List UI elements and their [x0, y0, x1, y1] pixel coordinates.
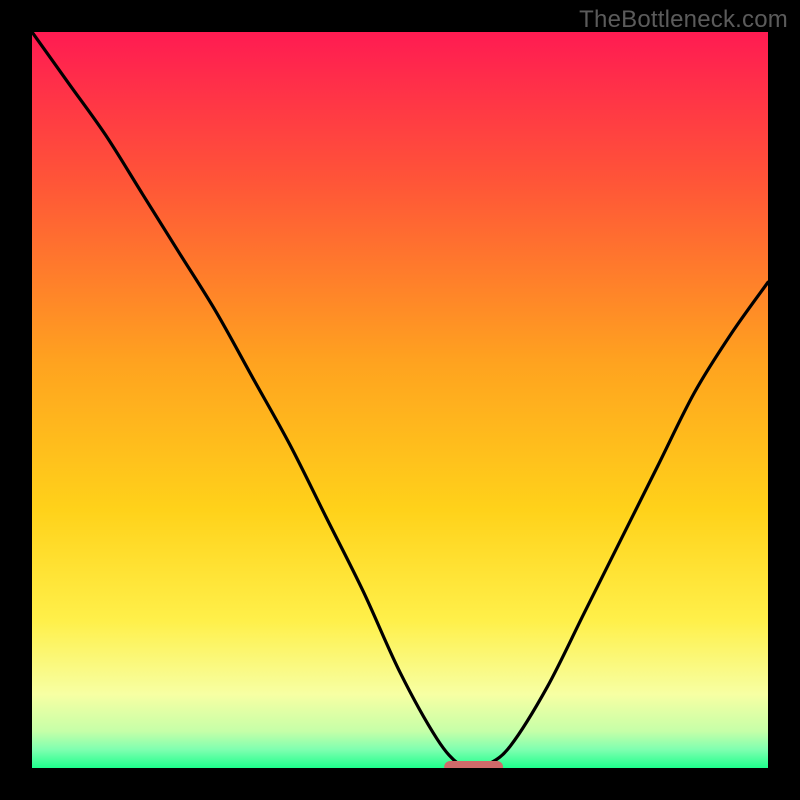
watermark-text: TheBottleneck.com	[579, 6, 788, 34]
optimal-marker	[444, 761, 503, 773]
gradient-background	[32, 32, 768, 768]
chart-frame: TheBottleneck.com	[0, 0, 800, 800]
bottleneck-chart	[0, 0, 800, 800]
